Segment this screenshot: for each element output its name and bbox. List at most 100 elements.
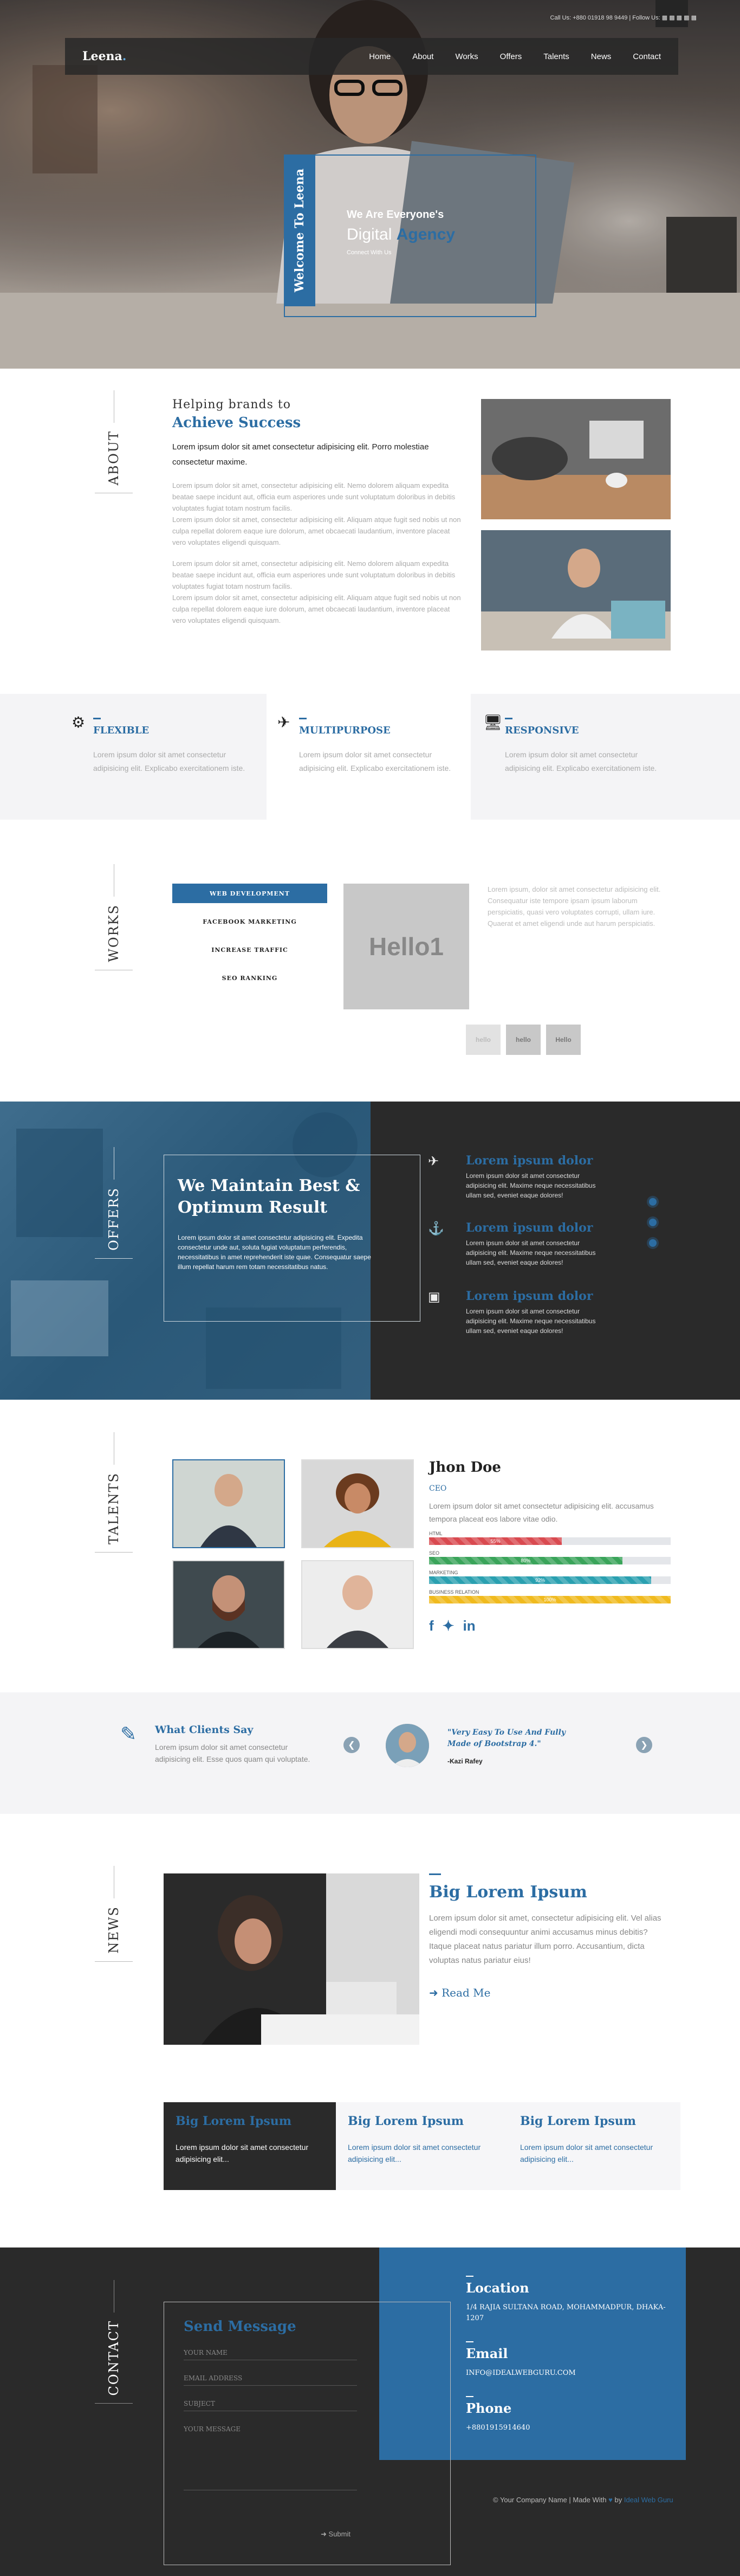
hero-line1: We Are Everyone's [347,209,444,221]
talent-photo[interactable] [172,1560,285,1649]
nav-offers[interactable]: Offers [500,52,522,61]
copyright-text: © Your Company Name | Made With [493,2496,607,2504]
works-side-label: Works [92,864,135,970]
tab-increase-traffic[interactable]: Increase Traffic [172,940,327,959]
twitter-icon[interactable]: ✦ [443,1618,455,1634]
skill-marketing: Marketing 92% [429,1570,671,1584]
works-section: Works Web Development Facebook Marketing… [0,820,740,1102]
news-card-text: Lorem ipsum dolor sit amet consectetur a… [176,2143,309,2163]
about-side-label: About [92,390,135,494]
twitter-icon[interactable]: ▩ [669,15,674,21]
skill-bar: 92% [429,1576,652,1584]
talent-profile: Jhon Doe CEO Lorem ipsum dolor sit amet … [429,1459,671,1634]
contact-phone: Phone +8801915914640 [466,2396,672,2433]
hero-connect-link[interactable]: Connect With Us [347,249,455,256]
pagination-dot[interactable] [649,1239,657,1247]
linkedin-icon[interactable]: in [463,1618,475,1634]
name-field[interactable]: Your Name [184,2349,357,2360]
talent-photo[interactable] [301,1459,414,1548]
contact-side-text: Contact [106,2320,121,2396]
about-lead: Lorem ipsum dolor sit amet consectetur a… [172,442,429,467]
message-field[interactable]: Your Message [184,2425,357,2490]
logo[interactable]: Leena. [82,49,126,63]
about-p4: Lorem ipsum dolor sit amet, consectetur … [172,594,461,624]
about-p1: Lorem ipsum dolor sit amet, consectetur … [172,481,456,512]
read-more-link[interactable]: ➜ Read Me [429,1986,667,1999]
submit-arrow-icon: ➜ [321,2530,327,2538]
email-field[interactable]: Email Address [184,2374,357,2386]
talent-photo[interactable] [172,1459,285,1548]
nav-contact[interactable]: Contact [633,52,661,61]
about-image-1 [481,399,671,519]
offer-item: ✈ Lorem ipsum dolor Lorem ipsum dolor si… [428,1154,607,1200]
offer-item-title: Lorem ipsum dolor [466,1154,593,1168]
offer-item: ▣ Lorem ipsum dolor Lorem ipsum dolor si… [428,1289,607,1336]
divider [466,2276,473,2277]
offer-item: ⚓ Lorem ipsum dolor Lorem ipsum dolor si… [428,1221,607,1267]
testimonial-author: -Kazi Rafey [447,1757,483,1765]
nav-works[interactable]: Works [455,52,478,61]
talent-image-4 [302,1561,413,1648]
talent-photo[interactable] [301,1560,414,1649]
feature-title: Responsive [505,725,579,736]
nav-talents[interactable]: Talents [543,52,569,61]
works-thumb[interactable]: Hello [546,1025,581,1055]
email-value[interactable]: info@idealwebguru.com [466,2368,672,2379]
skill-label: SEO [429,1550,440,1556]
about-image-2 [481,530,671,651]
news-side-label: News [92,1866,135,1962]
offers-section: Offers We Maintain Best & Optimum Result … [0,1102,740,1400]
news-card[interactable]: Big Lorem Ipsum Lorem ipsum dolor sit am… [336,2102,508,2190]
offers-title-1: We Maintain Best & [178,1176,360,1195]
form-title: Send Message [184,2319,296,2335]
subject-field[interactable]: Subject [184,2400,357,2411]
nav-home[interactable]: Home [369,52,391,61]
works-description: Lorem ipsum, dolor sit amet consectetur … [488,885,661,928]
welcome-vertical: Welcome To Leena [284,154,315,306]
works-thumb[interactable]: hello [506,1025,541,1055]
copyright: © Your Company Name | Made With ♥ by Ide… [493,2496,673,2504]
facebook-icon[interactable]: f [429,1618,434,1634]
skill-bar: 55% [429,1537,562,1545]
tab-facebook-marketing[interactable]: Facebook Marketing [172,912,327,931]
works-preview: Hello1 [343,884,469,1009]
nav-about[interactable]: About [412,52,433,61]
copyright-by: by [614,2496,622,2504]
tab-seo-ranking[interactable]: SEO Ranking [172,968,327,988]
works-side-text: Works [106,904,121,962]
instagram-icon[interactable]: ▩ [684,15,689,21]
skill-bar: 100% [429,1596,671,1603]
offers-pagination [649,1198,657,1260]
credit-link[interactable]: Ideal Web Guru [624,2496,673,2504]
submit-button[interactable]: ➜ Submit [321,2530,350,2539]
offers-card: We Maintain Best & Optimum Result Lorem i… [178,1175,379,1292]
offers-side-label: Offers [92,1147,135,1259]
talent-name: Jhon Doe [429,1459,501,1476]
facebook-icon[interactable]: ▩ [662,15,667,21]
topbar-contact: Call Us: +880 01918 98 9449 | Follow Us:… [550,14,697,21]
chevron-left-icon[interactable]: ❮ [343,1737,360,1753]
news-card-text: Lorem ipsum dolor sit amet consectetur a… [520,2143,653,2163]
about-p3: Lorem ipsum dolor sit amet, consectetur … [172,559,456,590]
pinterest-icon[interactable]: ▩ [677,15,682,21]
talents-side-label: Talents [92,1432,135,1553]
news-card[interactable]: Big Lorem Ipsum Lorem ipsum dolor sit am… [164,2102,336,2190]
works-thumb[interactable]: hello [466,1025,501,1055]
chevron-right-icon[interactable]: ❯ [636,1737,652,1753]
nav-news[interactable]: News [591,52,612,61]
talent-bio: Lorem ipsum dolor sit amet consectetur a… [429,1502,654,1523]
pagination-dot[interactable] [649,1198,657,1206]
news-card[interactable]: Big Lorem Ipsum Lorem ipsum dolor sit am… [508,2102,680,2190]
testimonials-section: ✎ What Clients Say Lorem ipsum dolor sit… [0,1692,740,1814]
news-feature: Big Lorem Ipsum Lorem ipsum dolor sit am… [429,1873,667,1999]
phone-value[interactable]: +8801915914640 [466,2423,672,2433]
linkedin-icon[interactable]: ▩ [691,15,697,21]
clients-intro: What Clients Say Lorem ipsum dolor sit a… [155,1724,317,1765]
news-image [164,1873,419,2045]
news-photo [164,1873,419,2045]
about-text: Helping brands to Achieve Success Lorem … [172,398,465,626]
contact-info: Location 1/4 Rajia Sultana Road, Mohamma… [466,2276,672,2451]
pagination-dot[interactable] [649,1219,657,1226]
tab-web-development[interactable]: Web Development [172,884,327,903]
contact-form: Send Message Your Name Email Address Sub… [164,2302,451,2565]
